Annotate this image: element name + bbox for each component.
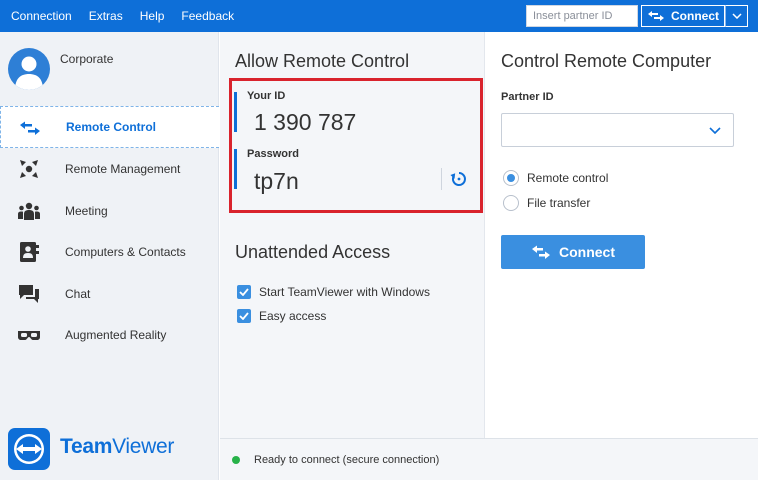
chat-icon (17, 283, 41, 305)
sidebar-item-augmented-reality[interactable]: Augmented Reality (0, 314, 219, 356)
radio-label: File transfer (527, 196, 591, 210)
radio-unselected[interactable] (503, 195, 519, 211)
password-label: Password (247, 148, 299, 160)
control-remote-computer-panel: Control Remote Computer Partner ID Remot… (486, 32, 758, 438)
partner-id-dropdown[interactable] (697, 114, 733, 146)
teamviewer-logo-icon (8, 428, 50, 470)
partner-id-combobox[interactable] (501, 113, 734, 147)
sidebar-item-meeting[interactable]: Meeting (0, 190, 219, 232)
password-accent-bar (234, 149, 237, 189)
sidebar-item-chat[interactable]: Chat (0, 273, 219, 315)
sidebar-item-label: Remote Control (66, 120, 156, 134)
sidebar-item-label: Chat (65, 287, 91, 301)
partner-id-label: Partner ID (501, 91, 554, 103)
connect-button[interactable]: Connect (501, 235, 645, 269)
teamviewer-wordmark: TeamViewer (60, 435, 174, 459)
easy-access-checkbox[interactable]: Easy access (237, 309, 326, 323)
sidebar-item-label: Meeting (65, 204, 108, 218)
status-bar: Ready to connect (secure connection) (220, 438, 758, 480)
management-icon (17, 158, 41, 180)
password-value: tp7n (254, 168, 299, 194)
check-icon (239, 288, 249, 296)
meeting-icon (17, 200, 41, 222)
your-id-accent-bar (234, 92, 237, 132)
menu-extras[interactable]: Extras (89, 9, 123, 23)
top-connect-button[interactable]: Connect (641, 5, 725, 27)
file-transfer-radio[interactable]: File transfer (503, 195, 590, 211)
connect-dropdown-button[interactable] (725, 5, 748, 27)
menu-connection[interactable]: Connection (11, 9, 72, 23)
your-id-label: Your ID (247, 90, 286, 102)
wordmark-bold: Team (60, 435, 113, 458)
radio-label: Remote control (527, 171, 609, 185)
control-remote-computer-title: Control Remote Computer (501, 51, 712, 71)
allow-remote-control-title: Allow Remote Control (235, 51, 410, 71)
unattended-access-title: Unattended Access (235, 242, 391, 262)
chevron-down-icon (709, 126, 721, 134)
chevron-down-icon (731, 13, 742, 19)
refresh-separator (441, 168, 442, 190)
checkbox-checked[interactable] (237, 285, 251, 299)
user-icon (15, 56, 43, 90)
sidebar-item-computers-contacts[interactable]: Computers & Contacts (0, 231, 219, 273)
menu-help[interactable]: Help (140, 9, 165, 23)
contacts-icon (17, 241, 41, 263)
sidebar: Corporate Remote Control Remote Manageme… (0, 32, 219, 480)
sidebar-item-remote-management[interactable]: Remote Management (0, 148, 219, 190)
status-text: Ready to connect (secure connection) (254, 454, 440, 466)
sidebar-item-label: Remote Management (65, 162, 181, 176)
connect-label: Connect (559, 244, 615, 260)
allow-remote-control-panel: Allow Remote Control Your ID 1 390 787 P… (220, 32, 485, 438)
start-with-windows-checkbox[interactable]: Start TeamViewer with Windows (237, 285, 430, 299)
sidebar-item-label: Augmented Reality (65, 328, 167, 342)
top-connect-label: Connect (671, 9, 719, 23)
checkbox-label: Easy access (259, 309, 327, 323)
ar-glasses-icon (17, 324, 41, 346)
checkbox-checked[interactable] (237, 309, 251, 323)
arrows-swap-icon (648, 11, 664, 21)
status-indicator (232, 456, 240, 464)
sidebar-item-remote-control[interactable]: Remote Control (0, 106, 219, 148)
wordmark-regular: Viewer (112, 435, 175, 458)
menu-feedback[interactable]: Feedback (181, 9, 234, 23)
check-icon (239, 312, 249, 320)
radio-selected[interactable] (503, 170, 519, 186)
avatar[interactable] (8, 48, 50, 90)
menu-bar: Connection Extras Help Feedback (0, 0, 234, 32)
top-bar: Connection Extras Help Feedback Connect (0, 0, 758, 32)
checkbox-label: Start TeamViewer with Windows (259, 285, 430, 299)
sidebar-item-label: Computers & Contacts (65, 245, 186, 259)
partner-id-quick-input[interactable] (526, 5, 638, 27)
your-id-value: 1 390 787 (254, 109, 357, 135)
remote-control-radio[interactable]: Remote control (503, 170, 608, 186)
arrows-swap-icon (18, 117, 42, 139)
refresh-password-button[interactable] (450, 170, 468, 188)
arrows-swap-icon (532, 245, 550, 259)
refresh-icon (450, 172, 466, 186)
profile-name: Corporate (60, 52, 114, 66)
